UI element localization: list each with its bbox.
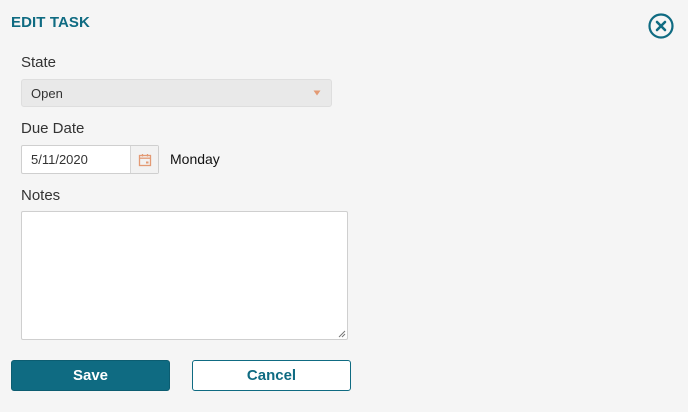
state-select-value: Open [31,86,63,101]
state-select[interactable]: Open [21,79,332,107]
calendar-icon [138,153,151,166]
due-date-input[interactable]: 5/11/2020 [21,145,159,174]
caret-down-icon [313,90,321,96]
state-label: State [21,54,57,71]
edit-task-dialog: EDIT TASK State Open Due Date 5/11/2020 … [0,0,688,412]
due-date-weekday: Monday [170,151,220,167]
dialog-title: EDIT TASK [11,14,90,31]
close-button[interactable] [648,13,674,39]
cancel-button[interactable]: Cancel [192,360,351,391]
calendar-button[interactable] [130,146,158,173]
resize-grip-icon[interactable] [338,330,346,338]
due-date-label: Due Date [21,120,85,137]
notes-textarea[interactable] [21,211,348,340]
save-button[interactable]: Save [11,360,170,391]
due-date-value: 5/11/2020 [31,152,88,167]
close-circle-icon [648,13,674,39]
notes-label: Notes [21,187,61,204]
